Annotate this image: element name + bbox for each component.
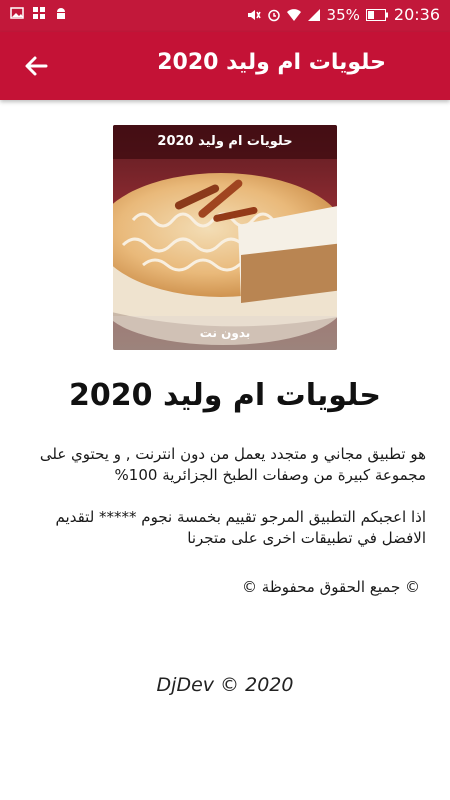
cover-caption-offline: بدون نت xyxy=(113,316,337,350)
battery-icon xyxy=(365,8,388,21)
image-icon xyxy=(10,7,24,19)
mute-icon xyxy=(247,9,261,20)
wifi-icon xyxy=(286,8,301,21)
app-bar: حلويات ام وليد 2020 xyxy=(0,32,450,100)
grid-app-icon xyxy=(33,7,45,19)
signal-icon xyxy=(307,8,320,21)
description-paragraph-2: اذا اعجبكم التطبيق المرجو تقييم بخمسة نج… xyxy=(55,508,426,547)
description: هو تطبيق مجاني و متجدد يعمل من دون انترن… xyxy=(22,444,426,570)
status-bar: 35% 20:36 xyxy=(0,0,450,32)
alarm-icon xyxy=(267,9,280,21)
app-cover-image: حلويات ام وليد 2020 بدون نت xyxy=(113,125,337,350)
clock: 20:36 xyxy=(393,5,440,24)
page-heading: حلويات ام وليد 2020 xyxy=(69,378,381,413)
android-icon xyxy=(57,8,65,19)
copyright-text: © جميع الحقوق محفوظة © xyxy=(242,578,420,596)
description-paragraph-1: هو تطبيق مجاني و متجدد يعمل من دون انترن… xyxy=(39,445,426,484)
developer-footer: DjDev © 2020 xyxy=(156,674,294,696)
status-notifications xyxy=(10,6,68,20)
app-bar-title: حلويات ام وليد 2020 xyxy=(157,50,386,75)
status-indicators: 35% 20:36 xyxy=(247,5,440,24)
battery-percent: 35% xyxy=(326,5,360,24)
cover-caption-title: حلويات ام وليد 2020 xyxy=(113,125,337,159)
